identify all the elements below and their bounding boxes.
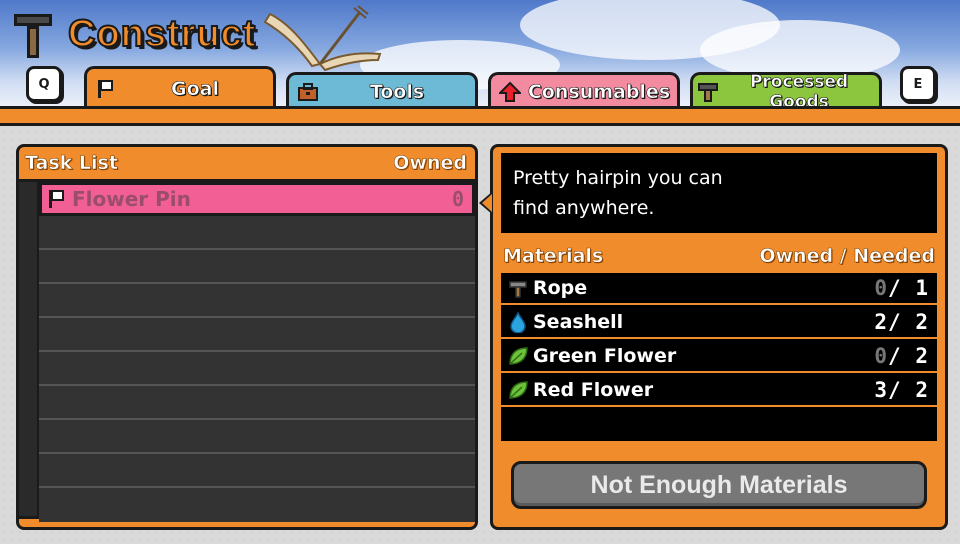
material-row: Red Flower 3/ 2 — [501, 375, 937, 407]
empty-row — [39, 386, 475, 420]
header-banner: Construct Q E Goal Tools Consumables Pro… — [0, 0, 960, 108]
task-list-panel: Task List Owned Flower Pin 0 — [16, 144, 478, 530]
owned-column-header: Owned — [393, 152, 467, 175]
leaf-icon — [507, 379, 529, 401]
item-description: Pretty hairpin you can find anywhere. — [501, 153, 937, 233]
empty-row — [39, 216, 475, 250]
materials-header: Materials Owned / Needed — [503, 245, 936, 269]
material-name: Seashell — [533, 311, 624, 333]
material-name: Green Flower — [533, 345, 677, 367]
tab-tools[interactable]: Tools — [286, 72, 478, 108]
empty-row — [39, 420, 475, 454]
description-line: find anywhere. — [513, 197, 655, 219]
page-title: Construct — [67, 12, 257, 56]
tab-consumables[interactable]: Consumables — [488, 72, 680, 108]
tab-processed-goods[interactable]: Processed Goods — [690, 71, 882, 108]
owned-needed-header: Owned / Needed — [759, 245, 935, 268]
empty-row — [39, 488, 475, 522]
next-tab-key-button[interactable]: E — [900, 66, 936, 102]
material-name: Red Flower — [533, 379, 654, 401]
hammer-icon — [507, 277, 529, 299]
empty-row — [39, 318, 475, 352]
materials-list: Rope 0/ 1 Seashell 2/ 2 Green Flower 0/ … — [501, 273, 937, 441]
material-count: 0/ 2 — [874, 344, 929, 368]
task-list-header: Task List Owned — [25, 151, 467, 175]
owned-count: 0 — [874, 344, 889, 368]
leaf-icon — [507, 345, 529, 367]
tab-label: Goal — [171, 77, 220, 100]
item-name: Flower Pin — [72, 187, 191, 211]
list-gutter — [19, 182, 39, 516]
empty-row — [39, 250, 475, 284]
empty-row — [39, 454, 475, 488]
material-row: Rope 0/ 1 — [501, 273, 937, 305]
prev-tab-key-button[interactable]: Q — [26, 66, 62, 102]
selection-pointer — [479, 191, 493, 215]
needed-count: 1 — [915, 276, 929, 300]
needed-count: 2 — [915, 378, 929, 402]
empty-row — [39, 284, 475, 318]
material-count: 3/ 2 — [874, 378, 929, 402]
water-drop-icon — [507, 311, 529, 334]
tab-bar-strip — [0, 106, 960, 126]
construct-button[interactable]: Not Enough Materials — [511, 461, 927, 509]
tab-label: Processed Goods — [749, 71, 849, 108]
needed-count: 2 — [915, 344, 929, 368]
task-list-title: Task List — [25, 152, 118, 175]
materials-title: Materials — [503, 245, 604, 268]
hammer-icon — [12, 8, 56, 60]
flag-icon — [95, 78, 117, 100]
task-list: Flower Pin 0 — [19, 179, 475, 522]
owned-count: 2 — [874, 310, 889, 334]
tab-goal[interactable]: Goal — [84, 66, 276, 108]
description-line: Pretty hairpin you can — [513, 167, 723, 189]
toolbox-icon — [297, 81, 319, 103]
needed-count: 2 — [915, 310, 929, 334]
tab-label: Consumables — [527, 80, 671, 103]
list-item[interactable]: Flower Pin 0 — [39, 182, 475, 216]
winged-emblem-icon — [263, 5, 382, 72]
tab-label: Tools — [369, 80, 425, 103]
item-owned-count: 0 — [451, 187, 464, 211]
material-row: Seashell 2/ 2 — [501, 307, 937, 339]
owned-count: 3 — [874, 378, 889, 402]
details-panel: Pretty hairpin you can find anywhere. Ma… — [479, 144, 948, 530]
empty-row — [39, 352, 475, 386]
owned-count: 0 — [874, 276, 889, 300]
material-count: 0/ 1 — [874, 276, 929, 300]
flag-icon — [46, 188, 68, 210]
hammer-icon — [697, 81, 719, 103]
material-row: Green Flower 0/ 2 — [501, 341, 937, 373]
title-area: Construct — [12, 8, 256, 60]
material-name: Rope — [533, 277, 588, 299]
material-count: 2/ 2 — [874, 310, 929, 334]
up-arrow-icon — [497, 81, 523, 103]
